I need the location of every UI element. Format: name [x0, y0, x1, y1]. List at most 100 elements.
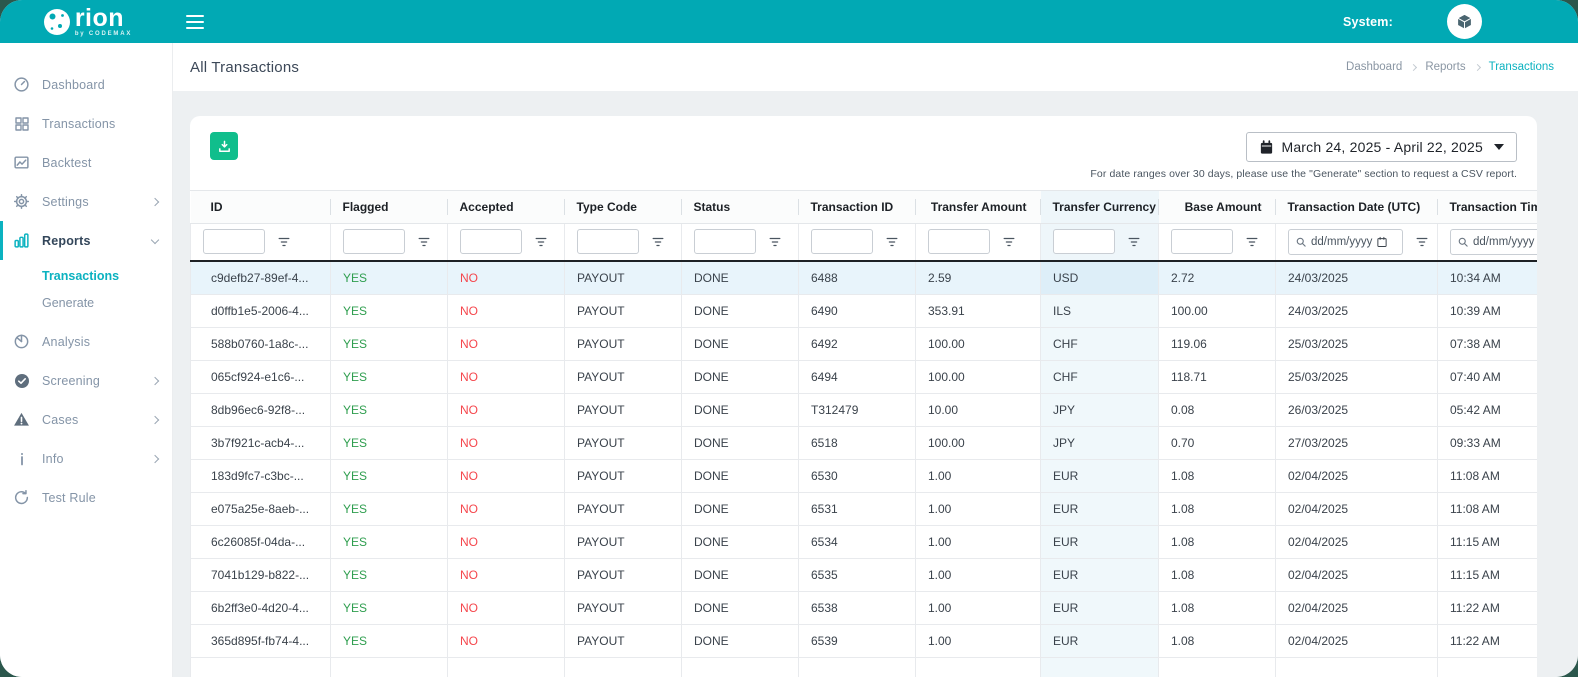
cell-accepted: NO [448, 294, 565, 327]
cell-transfer_currency [1041, 657, 1159, 677]
sidebar-item-backtest[interactable]: Backtest [0, 143, 172, 182]
cell-transaction_time: 05:42 AM [1438, 393, 1538, 426]
table-row[interactable]: d0ffb1e5-2006-4...YESNOPAYOUTDONE6490353… [191, 294, 1538, 327]
column-header-base_amount[interactable]: Base Amount [1159, 191, 1276, 223]
brand-logo[interactable]: rion by CODEMAX [0, 0, 173, 43]
column-header-status[interactable]: Status [682, 191, 799, 223]
filter-button-type_code[interactable] [651, 235, 665, 249]
table-row[interactable]: 7041b129-b822-...YESNOPAYOUTDONE65351.00… [191, 558, 1538, 591]
transactions-card: March 24, 2025 - April 22, 2025 For date… [190, 116, 1537, 677]
cell-accepted: NO [448, 261, 565, 294]
app-window: rion by CODEMAX System: Das [0, 0, 1578, 677]
sidebar: Dashboard Transactions Backtest Settings [0, 43, 173, 677]
calendar-icon[interactable] [1376, 236, 1388, 248]
column-header-transaction_time[interactable]: Transaction Time (UTC) [1438, 191, 1538, 223]
cell-accepted: NO [448, 459, 565, 492]
download-csv-button[interactable] [210, 132, 238, 160]
table-row[interactable]: 6c26085f-04da-...YESNOPAYOUTDONE65341.00… [191, 525, 1538, 558]
sidebar-item-cases[interactable]: Cases [0, 400, 172, 439]
filter-button-id[interactable] [277, 235, 291, 249]
cell-transaction_time [1438, 657, 1538, 677]
filter-button-accepted[interactable] [534, 235, 548, 249]
table-row[interactable]: 8db96ec6-92f8-...YESNOPAYOUTDONET3124791… [191, 393, 1538, 426]
breadcrumb: Dashboard Reports Transactions [1346, 61, 1554, 73]
cell-transaction_date: 02/04/2025 [1276, 558, 1438, 591]
cell-transfer_amount: 2.59 [916, 261, 1041, 294]
account-menu-button[interactable] [1447, 4, 1482, 39]
filter-button-base_amount[interactable] [1245, 235, 1259, 249]
breadcrumb-dashboard[interactable]: Dashboard [1346, 61, 1402, 73]
sidebar-item-transactions[interactable]: Transactions [0, 104, 172, 143]
cell-transaction_date: 25/03/2025 [1276, 327, 1438, 360]
cell-transfer_amount: 1.00 [916, 525, 1041, 558]
cell-flagged: YES [331, 459, 448, 492]
sidebar-item-test-rule[interactable]: Test Rule [0, 478, 172, 517]
column-header-transaction_id[interactable]: Transaction ID [799, 191, 916, 223]
cell-base_amount: 0.70 [1159, 426, 1276, 459]
filter-input-transfer_amount[interactable] [928, 229, 990, 254]
table-row[interactable]: 365d895f-fb74-4...YESNOPAYOUTDONE65391.0… [191, 624, 1538, 657]
filter-button-transaction_date[interactable] [1415, 235, 1429, 249]
breadcrumb-reports[interactable]: Reports [1425, 61, 1465, 73]
table-row[interactable]: e075a25e-8aeb-...YESNOPAYOUTDONE65311.00… [191, 492, 1538, 525]
cell-status: DONE [682, 426, 799, 459]
cell-type_code: PAYOUT [565, 459, 682, 492]
cell-transaction_id: 6535 [799, 558, 916, 591]
sidebar-item-reports[interactable]: Reports [0, 221, 172, 260]
cell-transfer_amount: 100.00 [916, 426, 1041, 459]
table-row[interactable] [191, 657, 1538, 677]
table-row[interactable]: 6b2ff3e0-4d20-4...YESNOPAYOUTDONE65381.0… [191, 591, 1538, 624]
transactions-table-container: IDFlaggedAcceptedType CodeStatusTransact… [190, 190, 1537, 677]
sidebar-item-dashboard[interactable]: Dashboard [0, 65, 172, 104]
cell-accepted: NO [448, 558, 565, 591]
column-header-transaction_date[interactable]: Transaction Date (UTC) [1276, 191, 1438, 223]
gauge-icon [13, 76, 30, 93]
column-header-type_code[interactable]: Type Code [565, 191, 682, 223]
filter-input-id[interactable] [203, 229, 265, 254]
filter-button-status[interactable] [768, 235, 782, 249]
filter-input-base_amount[interactable] [1171, 229, 1233, 254]
filter-button-transfer_amount[interactable] [1002, 235, 1016, 249]
filter-button-transaction_id[interactable] [885, 235, 899, 249]
cell-transfer_currency: EUR [1041, 492, 1159, 525]
sidebar-item-screening[interactable]: Screening [0, 361, 172, 400]
sidebar-item-analysis[interactable]: Analysis [0, 322, 172, 361]
table-row[interactable]: 3b7f921c-acb4-...YESNOPAYOUTDONE6518100.… [191, 426, 1538, 459]
filter-button-transfer_currency[interactable] [1127, 235, 1141, 249]
filter-input-flagged[interactable] [343, 229, 405, 254]
cell-status [682, 657, 799, 677]
submenu-item-generate[interactable]: Generate [0, 289, 172, 316]
cell-status: DONE [682, 591, 799, 624]
table-row[interactable]: 065cf924-e1c6-...YESNOPAYOUTDONE6494100.… [191, 360, 1538, 393]
column-header-transfer_currency[interactable]: Transfer Currency [1041, 191, 1159, 223]
filter-input-type_code[interactable] [577, 229, 639, 254]
filter-input-transaction_time[interactable]: dd/mm/yyyy [1450, 229, 1537, 255]
cell-transaction_id: T312479 [799, 393, 916, 426]
date-range-picker[interactable]: March 24, 2025 - April 22, 2025 [1246, 132, 1517, 162]
column-header-id[interactable]: ID [191, 191, 331, 223]
filter-input-transfer_currency[interactable] [1053, 229, 1115, 254]
cell-id: 065cf924-e1c6-... [191, 360, 331, 393]
column-header-flagged[interactable]: Flagged [331, 191, 448, 223]
sidebar-item-info[interactable]: Info [0, 439, 172, 478]
cell-status: DONE [682, 558, 799, 591]
filter-input-accepted[interactable] [460, 229, 522, 254]
cell-transfer_amount: 1.00 [916, 591, 1041, 624]
column-header-accepted[interactable]: Accepted [448, 191, 565, 223]
filter-input-transaction_date[interactable]: dd/mm/yyyy [1288, 229, 1403, 255]
menu-toggle-icon[interactable] [186, 15, 204, 29]
submenu-item-transactions[interactable]: Transactions [0, 262, 172, 289]
table-row[interactable]: 588b0760-1a8c-...YESNOPAYOUTDONE6492100.… [191, 327, 1538, 360]
filter-input-transaction_id[interactable] [811, 229, 873, 254]
column-header-transfer_amount[interactable]: Transfer Amount [916, 191, 1041, 223]
filter-button-flagged[interactable] [417, 235, 431, 249]
search-icon [1295, 236, 1307, 248]
cell-type_code: PAYOUT [565, 327, 682, 360]
cell-status: DONE [682, 525, 799, 558]
cell-transaction_date: 02/04/2025 [1276, 525, 1438, 558]
filter-input-status[interactable] [694, 229, 756, 254]
table-row[interactable]: 183d9fc7-c3bc-...YESNOPAYOUTDONE65301.00… [191, 459, 1538, 492]
sidebar-item-settings[interactable]: Settings [0, 182, 172, 221]
cell-type_code: PAYOUT [565, 426, 682, 459]
table-row[interactable]: c9defb27-89ef-4...YESNOPAYOUTDONE64882.5… [191, 261, 1538, 294]
